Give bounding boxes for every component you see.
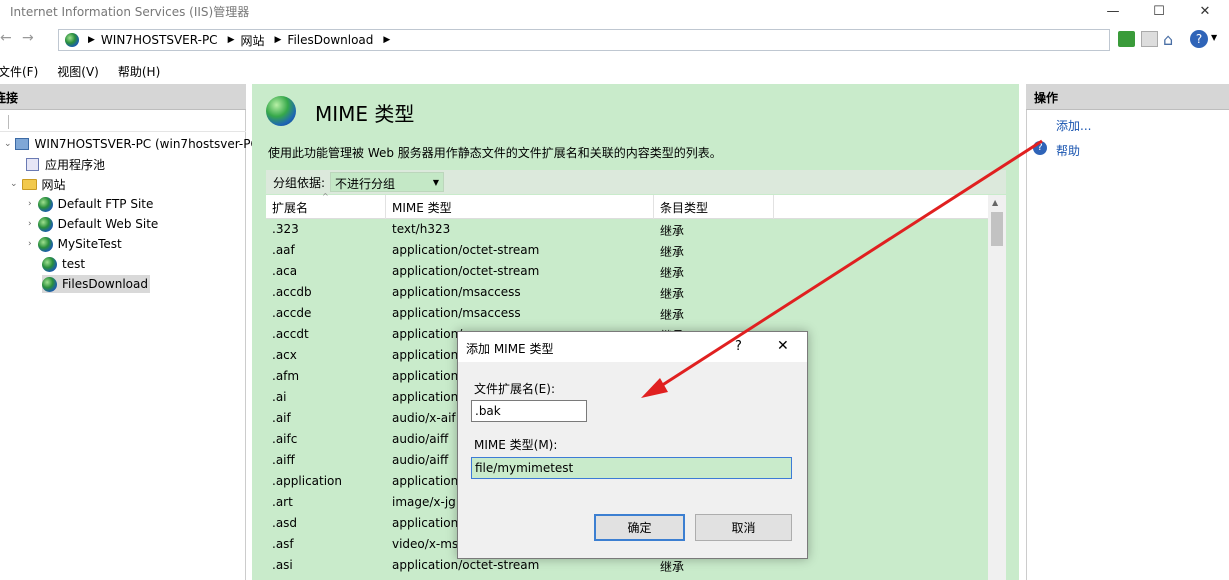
arrow-shaft xyxy=(649,139,1043,395)
annotation-arrow xyxy=(641,139,1043,398)
arrow-head xyxy=(641,378,668,398)
